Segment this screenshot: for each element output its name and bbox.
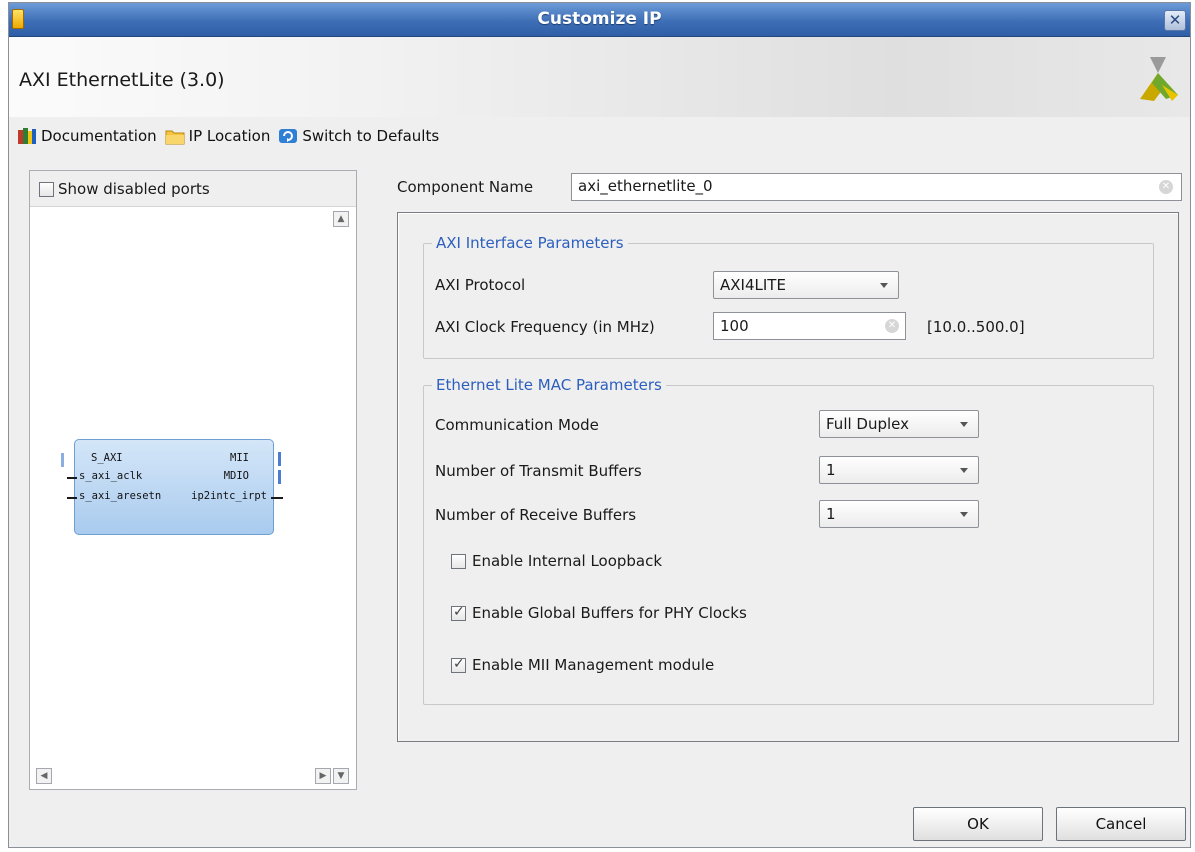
scroll-left-arrow[interactable]: ◀ [36,768,52,784]
folder-icon [165,127,185,145]
ip-banner: AXI EthernetLite (3.0) [9,37,1190,117]
global-buffers-option[interactable]: Enable Global Buffers for PHY Clocks [451,604,747,622]
scroll-right-arrow[interactable]: ▶ [315,768,331,784]
documentation-button[interactable]: Documentation [17,127,157,145]
chevron-down-icon [960,468,968,473]
component-name-value: axi_ethernetlite_0 [578,177,713,195]
dialog-title: Customize IP [537,9,662,29]
global-buffers-label: Enable Global Buffers for PHY Clocks [472,604,747,622]
port-mdio[interactable]: MDIO [224,470,249,482]
axi-protocol-label: AXI Protocol [435,276,526,294]
mdio-bus-bar [278,470,281,484]
ports-panel: Show disabled ports ▲ S_AXI s_axi_aclk s… [29,170,357,790]
refresh-icon [278,127,298,145]
ip-location-button[interactable]: IP Location [165,127,271,145]
mii-bus-bar [278,452,281,466]
port-s-axi-aresetn[interactable]: s_axi_aresetn [79,490,161,502]
ip-toolbar: Documentation IP Location Switch to Defa… [17,124,447,148]
axi-clock-frequency-value: 100 [720,317,749,335]
axi-interface-parameters-group: AXI Interface Parameters AXI Protocol AX… [423,234,1154,359]
close-button[interactable]: ✕ [1164,10,1186,31]
switch-to-defaults-label: Switch to Defaults [302,127,440,145]
xilinx-logo-icon [1140,57,1178,101]
horizontal-scrollbar[interactable]: ◀ ▶ ▼ [30,763,356,789]
receive-buffers-value: 1 [826,505,836,523]
internal-loopback-label: Enable Internal Loopback [472,552,663,570]
axi-clock-frequency-input[interactable]: 100 ✕ [713,312,906,340]
axi-protocol-dropdown[interactable]: AXI4LITE [713,271,899,299]
switch-to-defaults-button[interactable]: Switch to Defaults [278,127,439,145]
global-buffers-checkbox[interactable] [451,604,466,621]
port-s-axi-aclk[interactable]: s_axi_aclk [79,470,142,482]
cancel-button[interactable]: Cancel [1056,807,1186,841]
communication-mode-label: Communication Mode [435,416,599,434]
internal-loopback-option[interactable]: Enable Internal Loopback [451,552,662,570]
port-ip2intc-irpt[interactable]: ip2intc_irpt [191,490,267,502]
axi-clock-frequency-label: AXI Clock Frequency (in MHz) [435,318,655,336]
s-axi-bus-bar [61,453,64,467]
port-mii[interactable]: MII [230,452,249,464]
scroll-up-arrow[interactable]: ▲ [333,211,349,227]
receive-buffers-dropdown[interactable]: 1 [819,500,979,528]
ip-title: AXI EthernetLite (3.0) [19,69,225,91]
axi-protocol-value: AXI4LITE [720,276,786,294]
chevron-down-icon [960,422,968,427]
clear-clock-frequency-icon[interactable]: ✕ [885,319,899,333]
show-disabled-ports-toggle[interactable]: Show disabled ports [39,180,210,198]
internal-loopback-checkbox[interactable] [451,553,466,569]
ports-panel-header: Show disabled ports [30,171,356,207]
pin-ip2intc-irpt [271,497,283,499]
communication-mode-dropdown[interactable]: Full Duplex [819,410,979,438]
mii-management-label: Enable MII Management module [472,656,715,674]
port-s-axi[interactable]: S_AXI [91,452,123,464]
transmit-buffers-label: Number of Transmit Buffers [435,462,642,480]
axi-interface-parameters-legend: AXI Interface Parameters [432,234,628,252]
show-disabled-ports-label: Show disabled ports [58,180,210,198]
transmit-buffers-value: 1 [826,461,836,479]
title-bar[interactable]: Customize IP ✕ [9,3,1190,37]
parameters-panel: AXI Interface Parameters AXI Protocol AX… [397,212,1179,742]
mii-management-checkbox[interactable] [451,656,466,673]
chevron-down-icon [960,512,968,517]
component-name-label: Component Name [397,178,534,196]
pin-s-axi-aresetn [67,497,77,499]
books-icon [17,127,37,145]
ip-location-label: IP Location [188,127,271,145]
communication-mode-value: Full Duplex [826,415,910,433]
receive-buffers-label: Number of Receive Buffers [435,506,637,524]
clear-component-name-icon[interactable]: ✕ [1159,180,1173,194]
chevron-down-icon [880,283,888,288]
mii-management-option[interactable]: Enable MII Management module [451,656,714,674]
component-name-input[interactable]: axi_ethernetlite_0 ✕ [571,173,1182,201]
ip-block-symbol[interactable]: S_AXI s_axi_aclk s_axi_aresetn MII MDIO … [61,439,283,535]
axi-clock-frequency-range: [10.0..500.0] [927,318,1025,336]
ethernet-lite-mac-parameters-legend: Ethernet Lite MAC Parameters [432,376,666,394]
scroll-down-arrow[interactable]: ▼ [333,768,349,784]
ok-button[interactable]: OK [913,807,1043,841]
pin-s-axi-aclk [67,477,77,479]
customize-ip-dialog: Customize IP ✕ AXI EthernetLite (3.0) Do… [8,2,1191,848]
ethernet-lite-mac-parameters-group: Ethernet Lite MAC Parameters Communicati… [423,376,1154,705]
documentation-label: Documentation [41,127,157,145]
transmit-buffers-dropdown[interactable]: 1 [819,456,979,484]
show-disabled-ports-checkbox[interactable] [39,181,54,197]
